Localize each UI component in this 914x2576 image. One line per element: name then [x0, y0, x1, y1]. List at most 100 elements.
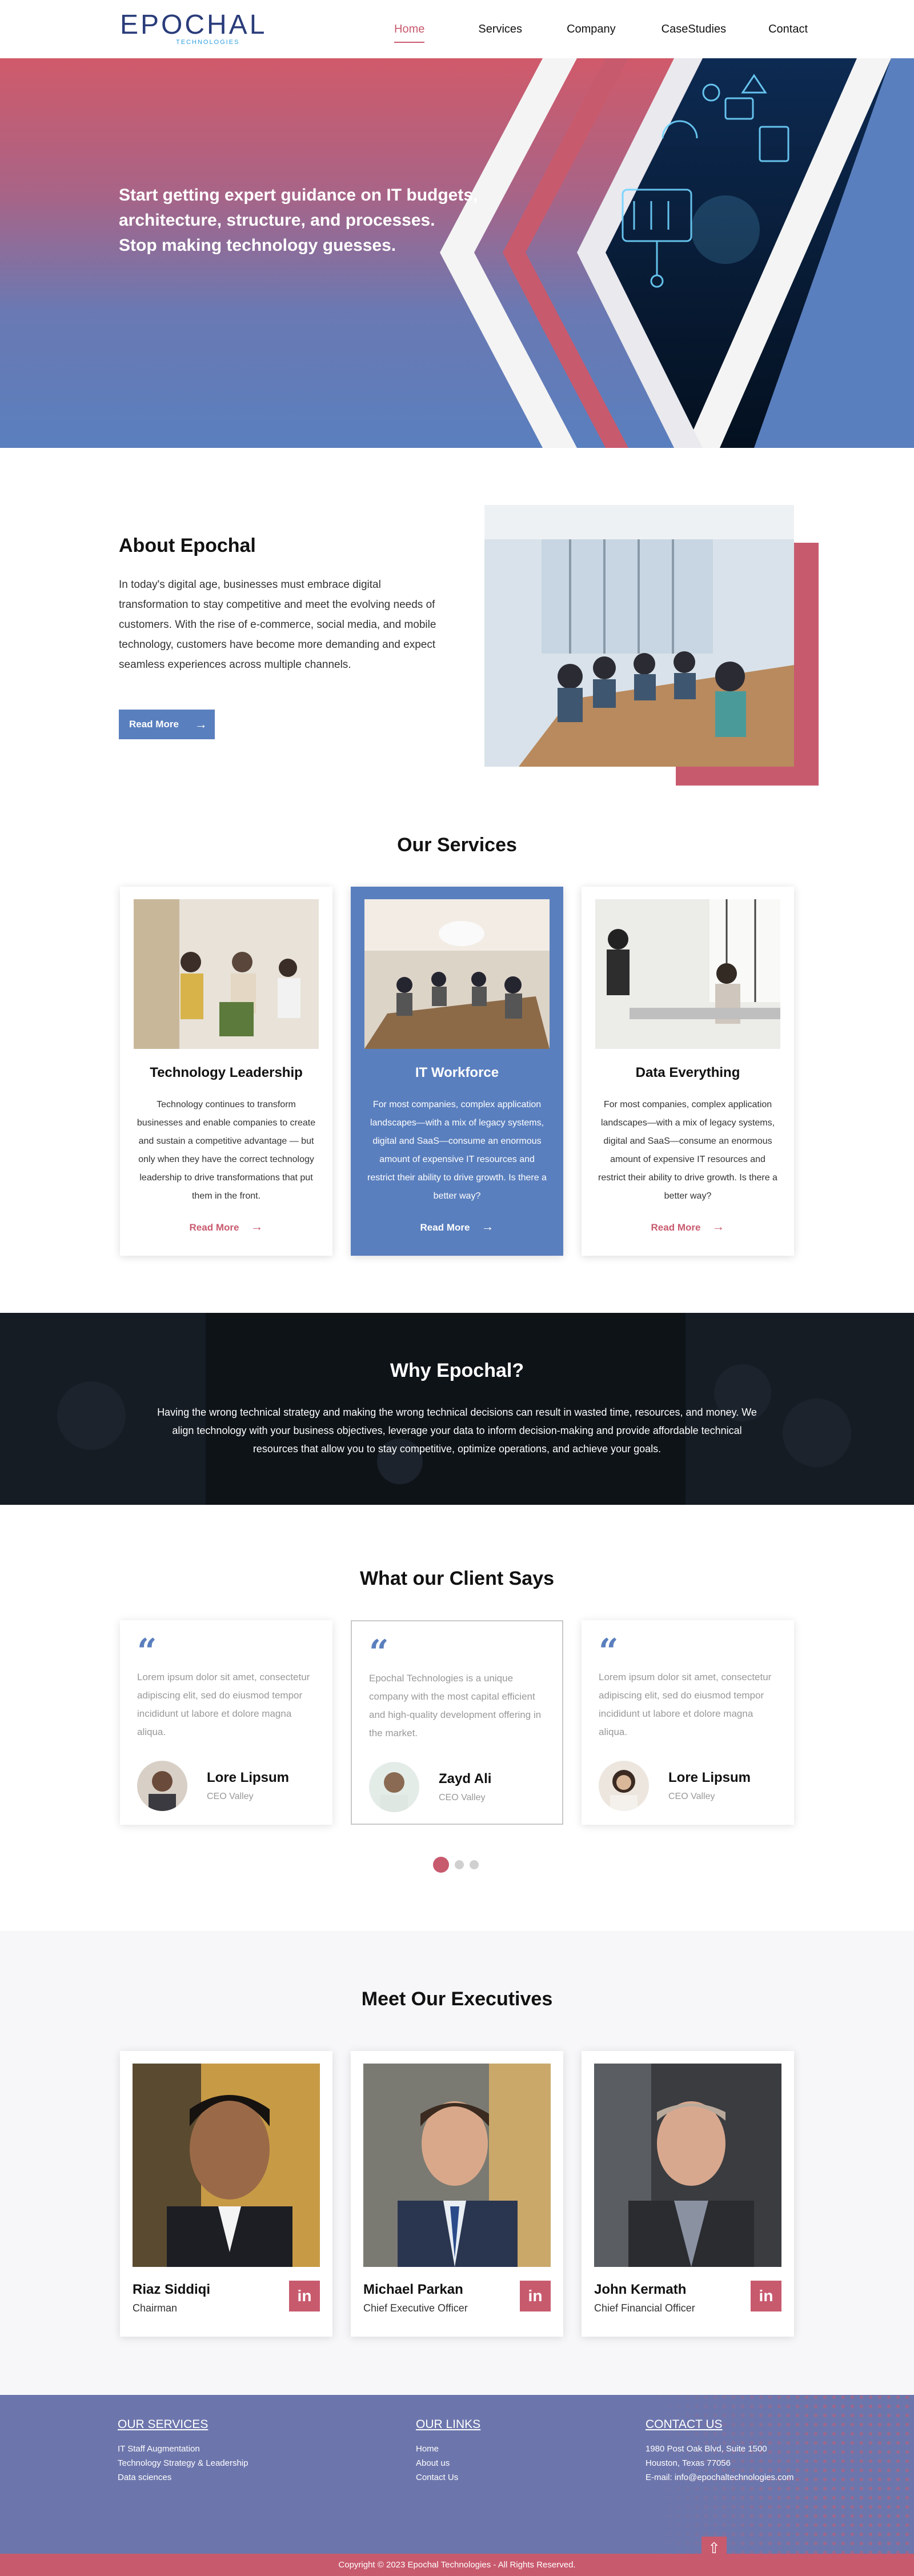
service-read-more-link[interactable]: Read More →	[582, 1219, 794, 1234]
service-title: Data Everything	[635, 1065, 740, 1080]
linkedin-icon[interactable]: in	[520, 2281, 551, 2311]
copyright-bar: Copyright © 2023 Epochal Technologies - …	[0, 2554, 914, 2576]
hero-line-3: Stop making technology guesses.	[119, 236, 396, 255]
service-title: Technology Leadership	[150, 1065, 303, 1080]
avatar	[369, 1762, 419, 1812]
hero-banner: Start getting expert guidance on IT budg…	[0, 58, 914, 448]
read-more-label: Read More	[420, 1222, 470, 1233]
executive-role: Chief Financial Officer	[594, 2302, 695, 2314]
main-nav: Home Services Company CaseStudies Contac…	[394, 23, 808, 43]
testimonial-card: “ Epochal Technologies is a unique compa…	[351, 1620, 563, 1825]
footer-address-line-2: Houston, Texas 77056	[646, 2458, 731, 2468]
executives-title: Meet Our Executives	[361, 1988, 553, 2010]
carousel-dot-1[interactable]	[433, 1857, 449, 1873]
executive-photo	[133, 2064, 320, 2267]
testimonial-name: Zayd Ali	[439, 1771, 492, 1786]
about-title: About Epochal	[119, 535, 256, 556]
quote-icon: “	[599, 1632, 619, 1672]
read-more-label: Read More	[651, 1222, 701, 1233]
carousel-dot-3[interactable]	[470, 1860, 479, 1869]
footer-link-contact[interactable]: Contact Us	[416, 2470, 480, 2485]
arrow-right-icon: →	[712, 1219, 725, 1233]
footer-address-line-1: 1980 Post Oak Blvd, Suite 1500	[646, 2444, 767, 2454]
executive-name: Michael Parkan	[363, 2282, 463, 2297]
footer-links-title: OUR LINKS	[416, 2418, 481, 2431]
carousel-dots	[433, 1857, 484, 1873]
read-more-label: Read More	[129, 719, 179, 730]
executive-photo	[363, 2064, 551, 2267]
executive-card: Michael Parkan Chief Executive Officer i…	[351, 2051, 563, 2337]
executive-photo	[594, 2064, 781, 2267]
logo-wordmark: EPOCHAL	[120, 10, 267, 40]
quote-icon: “	[137, 1632, 157, 1672]
hero-headline: Start getting expert guidance on IT budg…	[119, 183, 507, 258]
avatar	[599, 1761, 649, 1811]
executive-name: Riaz Siddiqi	[133, 2282, 211, 2297]
quote-icon: “	[369, 1633, 389, 1673]
arrow-right-icon: →	[194, 717, 207, 731]
executive-name: John Kermath	[594, 2282, 687, 2297]
why-title: Why Epochal?	[390, 1360, 524, 1381]
carousel-dot-2[interactable]	[455, 1860, 464, 1869]
footer-link-home[interactable]: Home	[416, 2442, 480, 2456]
footer-contact: CONTACT US 1980 Post Oak Blvd, Suite 150…	[646, 2418, 794, 2485]
logo-tagline: TECHNOLOGIES	[176, 39, 240, 46]
executive-role: Chief Executive Officer	[363, 2302, 468, 2314]
testimonial-text: Lorem ipsum dolor sit amet, consectetur …	[137, 1672, 310, 1737]
service-image	[364, 899, 550, 1049]
testimonial-card: “ Lorem ipsum dolor sit amet, consectetu…	[120, 1620, 332, 1825]
testimonial-card: “ Lorem ipsum dolor sit amet, consectetu…	[582, 1620, 794, 1825]
testimonial-text: Epochal Technologies is a unique company…	[369, 1673, 542, 1738]
why-epochal-section: Why Epochal? Having the wrong technical …	[0, 1313, 914, 1505]
site-logo[interactable]: EPOCHAL TECHNOLOGIES	[120, 10, 267, 47]
service-description: Technology continues to transform busine…	[137, 1100, 316, 1201]
hero-line-1: Start getting expert guidance on IT budg…	[119, 186, 478, 205]
footer-link-about[interactable]: About us	[416, 2456, 480, 2470]
nav-services[interactable]: Services	[478, 23, 522, 36]
hero-line-2: architecture, structure, and processes.	[119, 211, 435, 230]
footer-email[interactable]: E-mail: info@epochaltechnologies.com	[646, 2470, 794, 2485]
back-to-top-button[interactable]: ⇧	[701, 2537, 727, 2562]
service-title: IT Workforce	[415, 1065, 499, 1080]
footer-services: OUR SERVICES IT Staff Augmentation Techn…	[118, 2418, 248, 2485]
arrow-up-icon: ⇧	[708, 2539, 720, 2557]
footer-service-link[interactable]: Technology Strategy & Leadership	[118, 2456, 248, 2470]
nav-home[interactable]: Home	[394, 23, 425, 43]
service-image	[595, 899, 780, 1049]
footer-links: OUR LINKS Home About us Contact Us	[416, 2418, 480, 2485]
nav-casestudies[interactable]: CaseStudies	[662, 23, 726, 36]
testimonial-role: CEO Valley	[207, 1792, 254, 1801]
services-title: Our Services	[397, 834, 517, 856]
arrow-right-icon: →	[250, 1219, 263, 1233]
service-image	[134, 899, 319, 1049]
nav-contact[interactable]: Contact	[768, 23, 808, 36]
nav-company[interactable]: Company	[567, 23, 616, 36]
about-body: In today's digital age, businesses must …	[119, 579, 436, 671]
executive-card: Riaz Siddiqi Chairman in	[120, 2051, 332, 2337]
arrow-right-icon: →	[481, 1219, 494, 1233]
why-text: Having the wrong technical strategy and …	[157, 1407, 757, 1455]
service-card-data-everything[interactable]: Data Everything For most companies, comp…	[582, 887, 794, 1256]
service-card-it-workforce[interactable]: IT Workforce For most companies, complex…	[351, 887, 563, 1256]
about-meeting-photo	[484, 505, 794, 767]
about-read-more-button[interactable]: Read More →	[119, 710, 215, 739]
testimonial-role: CEO Valley	[439, 1793, 486, 1802]
service-card-technology-leadership[interactable]: Technology Leadership Technology continu…	[120, 887, 332, 1256]
testimonial-name: Lore Lipsum	[668, 1770, 751, 1785]
footer-services-title: OUR SERVICES	[118, 2418, 209, 2431]
footer-service-link[interactable]: IT Staff Augmentation	[118, 2442, 248, 2456]
testimonials-title: What our Client Says	[359, 1568, 555, 1589]
service-read-more-link[interactable]: Read More →	[120, 1219, 332, 1234]
linkedin-icon[interactable]: in	[289, 2281, 320, 2311]
executive-card: John Kermath Chief Financial Officer in	[582, 2051, 794, 2337]
footer-service-link[interactable]: Data sciences	[118, 2470, 248, 2485]
avatar	[137, 1761, 187, 1811]
site-footer: OUR SERVICES IT Staff Augmentation Techn…	[0, 2395, 914, 2576]
testimonial-name: Lore Lipsum	[207, 1770, 290, 1785]
testimonial-text: Lorem ipsum dolor sit amet, consectetur …	[599, 1672, 772, 1737]
footer-contact-title: CONTACT US	[646, 2418, 723, 2431]
testimonial-role: CEO Valley	[668, 1792, 715, 1801]
service-read-more-link[interactable]: Read More →	[351, 1219, 563, 1234]
executive-role: Chairman	[133, 2302, 178, 2314]
linkedin-icon[interactable]: in	[751, 2281, 781, 2311]
